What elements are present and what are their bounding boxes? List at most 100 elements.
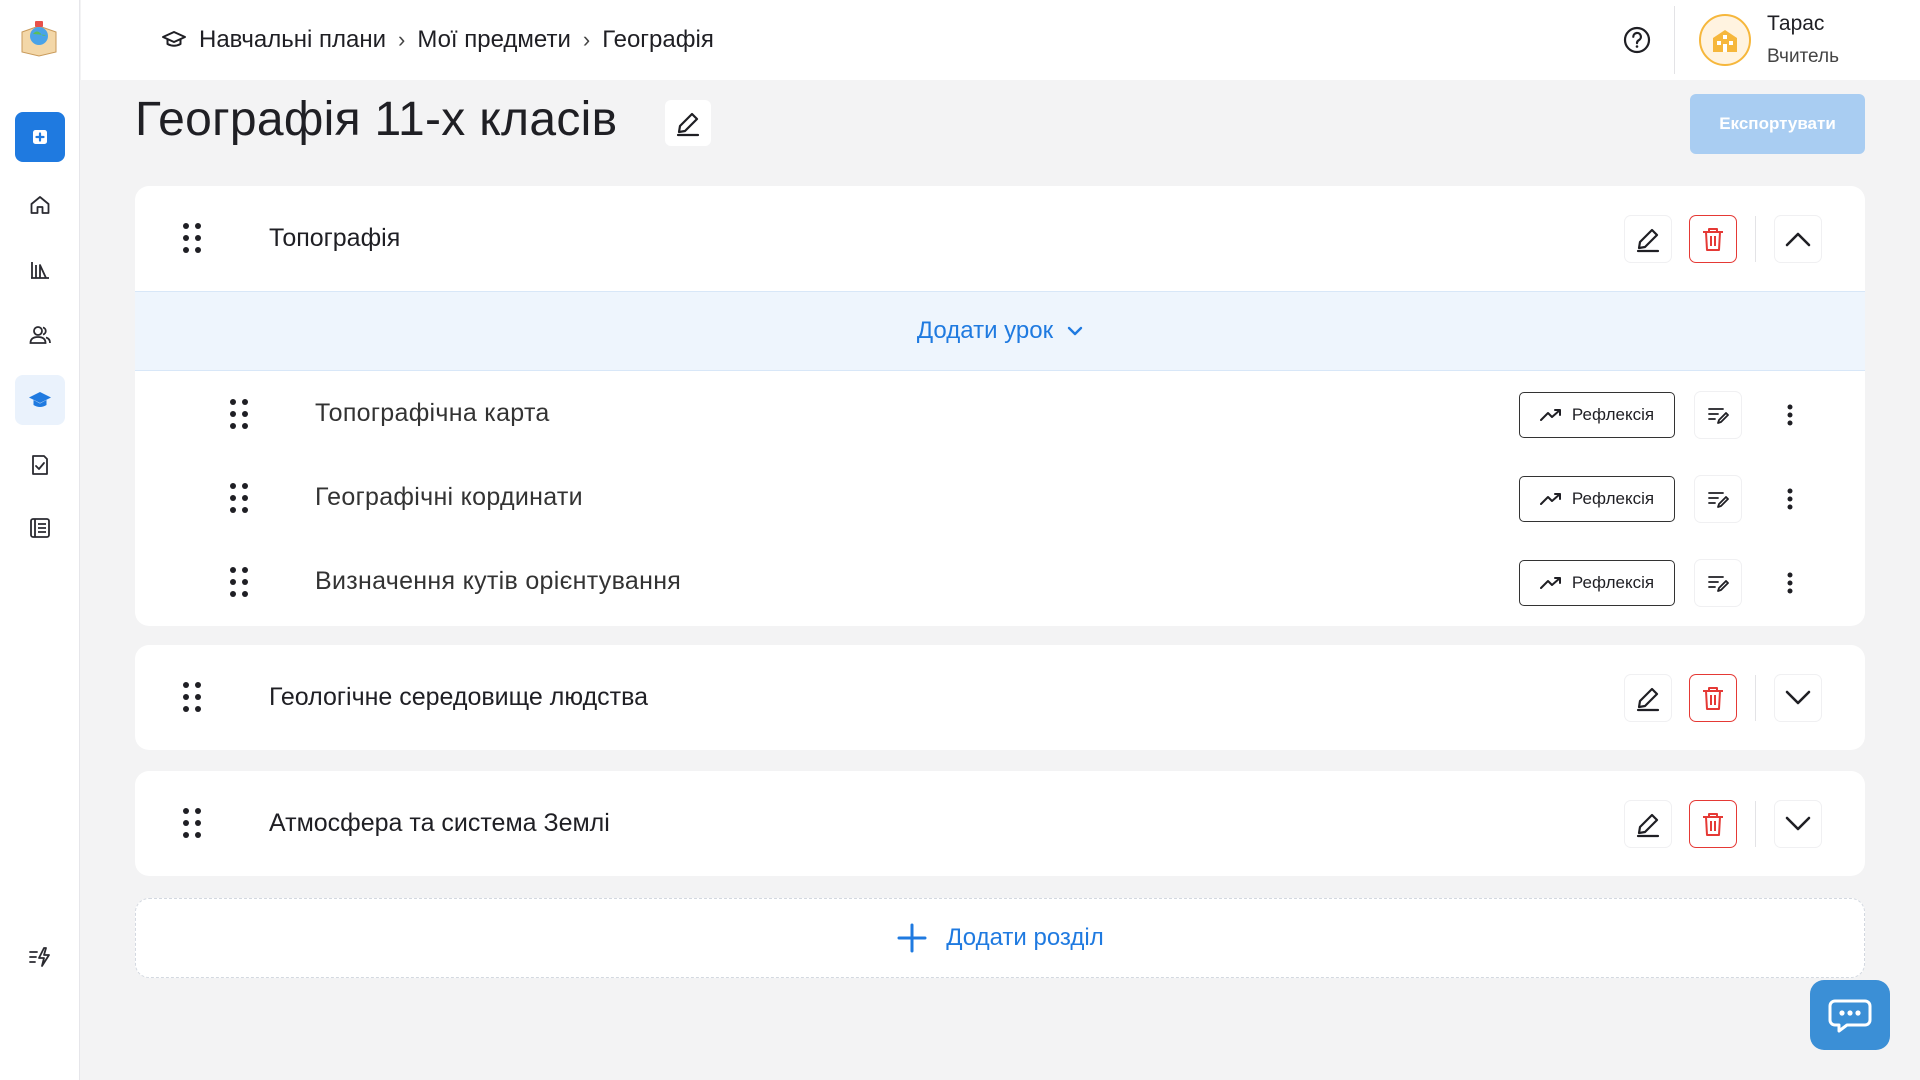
- reflection-button[interactable]: Рефлексія: [1519, 476, 1675, 522]
- edit-notes-icon: [1708, 492, 1729, 508]
- lesson-more-button[interactable]: [1767, 392, 1813, 438]
- chevron-down-icon: [1785, 690, 1811, 705]
- delete-section-button[interactable]: [1690, 216, 1736, 262]
- sidebar-item-tasks[interactable]: [15, 440, 65, 490]
- sidebar-item-home[interactable]: [15, 180, 65, 230]
- section-card: Топографія Додати урок Топографічна карт…: [135, 186, 1865, 626]
- section-title: Атмосфера та система Землі: [269, 809, 610, 837]
- sidebar-item-quick-actions[interactable]: [15, 932, 65, 982]
- page-title: Географія 11-х класів: [135, 93, 618, 146]
- plus-icon: [897, 923, 927, 953]
- reflection-label: Рефлексія: [1571, 405, 1655, 424]
- add-section-label: Додати розділ: [946, 924, 1104, 951]
- reflection-label: Рефлексія: [1571, 573, 1655, 592]
- lesson-row: Географічні кординати Рефлексія: [135, 457, 1865, 541]
- lesson-title[interactable]: Топографічна карта: [315, 399, 550, 428]
- trending-up-icon: [1539, 577, 1561, 589]
- chevron-down-icon: [1785, 816, 1811, 831]
- sidebar-item-users[interactable]: [15, 310, 65, 360]
- lesson-row: Топографічна карта Рефлексія: [135, 373, 1865, 457]
- trending-up-icon: [1539, 493, 1561, 505]
- task-check-icon: [32, 455, 48, 475]
- edit-notes-icon: [1708, 576, 1729, 592]
- breadcrumb: Навчальні плани › Мої предмети › Географ…: [161, 24, 714, 56]
- add-lesson-label: Додати урок: [916, 317, 1054, 344]
- add-icon: [33, 130, 47, 144]
- edit-section-button[interactable]: [1625, 216, 1671, 262]
- pencil-icon: [676, 112, 700, 137]
- chat-button[interactable]: [1810, 980, 1890, 1050]
- lesson-title[interactable]: Географічні кординати: [315, 483, 583, 512]
- logo-icon[interactable]: [18, 18, 60, 60]
- chat-bubble-icon: [1828, 999, 1872, 1033]
- edit-section-button[interactable]: [1625, 801, 1671, 847]
- section-card: Атмосфера та система Землі: [135, 771, 1865, 876]
- sidebar-item-library[interactable]: [15, 245, 65, 295]
- drag-handle-icon[interactable]: [183, 808, 205, 840]
- breadcrumb-separator: ›: [397, 27, 406, 52]
- lesson-title[interactable]: Визначення кутів орієнтування: [315, 567, 681, 596]
- header-divider: [1674, 6, 1675, 74]
- breadcrumb-item-current: Географія: [602, 26, 714, 53]
- breadcrumb-item-subjects[interactable]: Мої предмети: [417, 26, 571, 54]
- pencil-icon: [1636, 687, 1660, 712]
- chevron-down-icon: [1067, 326, 1083, 336]
- section-title: Топографія: [269, 224, 401, 252]
- section-header: Атмосфера та система Землі: [135, 771, 1865, 876]
- home-icon: [30, 196, 50, 214]
- lesson-notes-button[interactable]: [1695, 560, 1741, 606]
- breadcrumb-item-plans[interactable]: Навчальні плани: [199, 26, 386, 54]
- user-role: Вчитель: [1767, 46, 1839, 67]
- drag-handle-icon[interactable]: [230, 567, 252, 599]
- lesson-more-button[interactable]: [1767, 476, 1813, 522]
- edit-title-button[interactable]: [665, 100, 711, 146]
- lesson-row: Визначення кутів орієнтування Рефлексія: [135, 541, 1865, 625]
- expand-section-button[interactable]: [1775, 675, 1821, 721]
- drag-handle-icon[interactable]: [230, 399, 252, 431]
- trash-icon: [1703, 813, 1723, 836]
- section-header: Геологічне середовище людства: [135, 645, 1865, 750]
- delete-section-button[interactable]: [1690, 801, 1736, 847]
- trending-up-icon: [1539, 409, 1561, 421]
- help-icon[interactable]: [1621, 24, 1653, 56]
- add-section-button[interactable]: Додати розділ: [135, 898, 1865, 978]
- section-header: Топографія: [135, 186, 1865, 291]
- quick-actions-icon: [29, 947, 50, 967]
- sidebar-item-courses[interactable]: [15, 375, 65, 425]
- divider: [1755, 216, 1756, 262]
- reflection-label: Рефлексія: [1571, 489, 1655, 508]
- pencil-icon: [1636, 813, 1660, 838]
- add-lesson-button[interactable]: Додати урок: [135, 291, 1865, 371]
- collapse-section-button[interactable]: [1775, 216, 1821, 262]
- lesson-notes-button[interactable]: [1695, 392, 1741, 438]
- edit-notes-icon: [1708, 408, 1729, 424]
- lesson-notes-button[interactable]: [1695, 476, 1741, 522]
- lesson-more-button[interactable]: [1767, 560, 1813, 606]
- pencil-icon: [1636, 228, 1660, 253]
- section-title: Геологічне середовище людства: [269, 683, 649, 711]
- avatar[interactable]: [1699, 14, 1751, 66]
- chevron-up-icon: [1785, 232, 1811, 247]
- divider: [1755, 801, 1756, 847]
- drag-handle-icon[interactable]: [230, 483, 252, 515]
- divider: [1755, 675, 1756, 721]
- section-card: Геологічне середовище людства: [135, 645, 1865, 750]
- library-icon: [31, 262, 49, 279]
- more-vertical-icon: [1787, 572, 1793, 594]
- add-button[interactable]: [15, 112, 65, 162]
- breadcrumb-separator: ›: [582, 27, 591, 52]
- trash-icon: [1703, 687, 1723, 710]
- more-vertical-icon: [1787, 404, 1793, 426]
- delete-section-button[interactable]: [1690, 675, 1736, 721]
- drag-handle-icon[interactable]: [183, 682, 205, 714]
- sidebar-item-journal[interactable]: [15, 503, 65, 553]
- drag-handle-icon[interactable]: [183, 223, 205, 255]
- export-button[interactable]: Експортувати: [1690, 94, 1865, 154]
- graduation-cap-icon: [29, 392, 51, 407]
- reflection-button[interactable]: Рефлексія: [1519, 560, 1675, 606]
- top-header: Навчальні плани › Мої предмети › Географ…: [81, 0, 1920, 80]
- reflection-button[interactable]: Рефлексія: [1519, 392, 1675, 438]
- expand-section-button[interactable]: [1775, 801, 1821, 847]
- edit-section-button[interactable]: [1625, 675, 1671, 721]
- school-building-icon: [1713, 30, 1737, 52]
